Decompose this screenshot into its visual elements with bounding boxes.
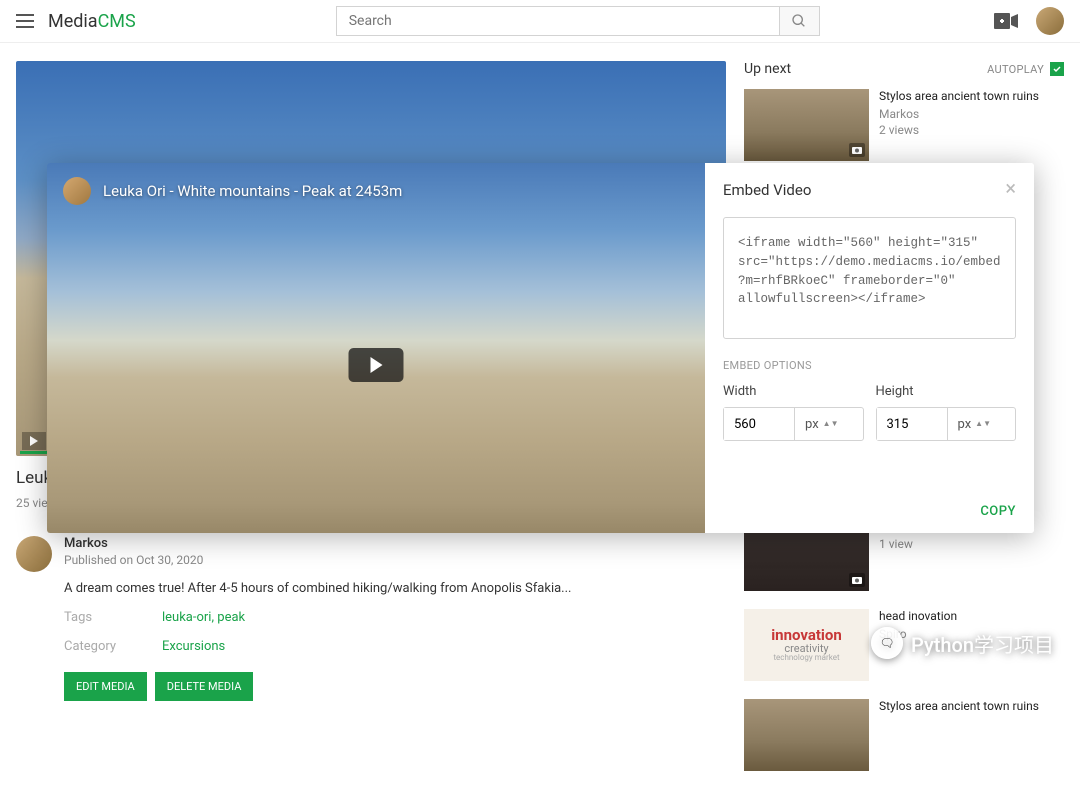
related-item[interactable]: Stylos area ancient town ruins — [744, 699, 1064, 771]
width-label: Width — [723, 384, 864, 399]
upload-icon[interactable] — [994, 13, 1018, 29]
logo-prefix: Media — [48, 11, 98, 32]
play-icon — [370, 357, 382, 373]
play-button[interactable] — [349, 348, 404, 382]
play-control-icon — [22, 432, 46, 450]
related-author: Markos — [879, 107, 1039, 121]
uploader-name[interactable]: Markos — [64, 536, 571, 551]
close-icon[interactable]: × — [1005, 178, 1016, 198]
related-views: 1 view — [879, 537, 919, 551]
related-title: head inovation — [879, 609, 957, 625]
embedded-player[interactable]: Leuka Ori - White mountains - Peak at 24… — [47, 163, 705, 533]
modal-video-title: Leuka Ori - White mountains - Peak at 24… — [103, 182, 402, 200]
camera-icon — [849, 573, 865, 587]
video-description: A dream comes true! After 4-5 hours of c… — [64, 581, 571, 596]
search-icon — [791, 13, 807, 29]
tag-link[interactable]: peak — [217, 610, 245, 625]
search-input[interactable] — [336, 6, 780, 36]
tag-link[interactable]: leuka-ori — [162, 610, 211, 625]
related-title: Stylos area ancient town ruins — [879, 699, 1039, 715]
logo-suffix: CMS — [98, 11, 136, 32]
category-link[interactable]: Excursions — [162, 639, 225, 654]
user-avatar[interactable] — [1036, 7, 1064, 35]
wordcloud-word: technology market — [773, 654, 839, 662]
related-item[interactable]: Stylos area ancient town ruins Markos 2 … — [744, 89, 1064, 161]
related-item[interactable]: innovation creativity technology market … — [744, 609, 1064, 681]
uploader-avatar[interactable] — [16, 536, 52, 572]
related-thumb — [744, 699, 869, 771]
modal-avatar — [63, 177, 91, 205]
embed-modal: Leuka Ori - White mountains - Peak at 24… — [47, 163, 1034, 533]
height-input[interactable] — [877, 408, 947, 440]
height-unit-select[interactable]: px▲▼ — [947, 408, 1002, 440]
menu-icon[interactable] — [16, 14, 34, 28]
camera-icon — [849, 143, 865, 157]
search-button[interactable] — [780, 6, 820, 36]
width-input[interactable] — [724, 408, 794, 440]
tags-label: Tags — [64, 610, 162, 625]
embed-options-label: EMBED OPTIONS — [723, 359, 1016, 372]
related-author: Spiro — [879, 627, 957, 641]
copy-button[interactable]: COPY — [980, 504, 1016, 519]
related-views: 2 views — [879, 123, 1039, 137]
sort-icon: ▲▼ — [823, 420, 839, 428]
related-thumb — [744, 89, 869, 161]
embed-code-textarea[interactable]: <iframe width="560" height="315" src="ht… — [723, 217, 1016, 339]
publish-date: Published on Oct 30, 2020 — [64, 553, 571, 567]
autoplay-toggle[interactable] — [1050, 62, 1064, 76]
upnext-heading: Up next — [744, 61, 791, 77]
autoplay-label: AUTOPLAY — [987, 63, 1044, 76]
wordcloud-word: innovation — [771, 628, 842, 643]
width-unit-select[interactable]: px▲▼ — [794, 408, 849, 440]
check-icon — [1052, 64, 1062, 74]
related-title: Stylos area ancient town ruins — [879, 89, 1039, 105]
related-thumb: innovation creativity technology market — [744, 609, 869, 681]
app-logo[interactable]: MediaCMS — [48, 11, 136, 32]
height-label: Height — [876, 384, 1017, 399]
embed-heading: Embed Video — [723, 181, 811, 199]
category-label: Category — [64, 639, 162, 654]
sort-icon: ▲▼ — [975, 420, 991, 428]
